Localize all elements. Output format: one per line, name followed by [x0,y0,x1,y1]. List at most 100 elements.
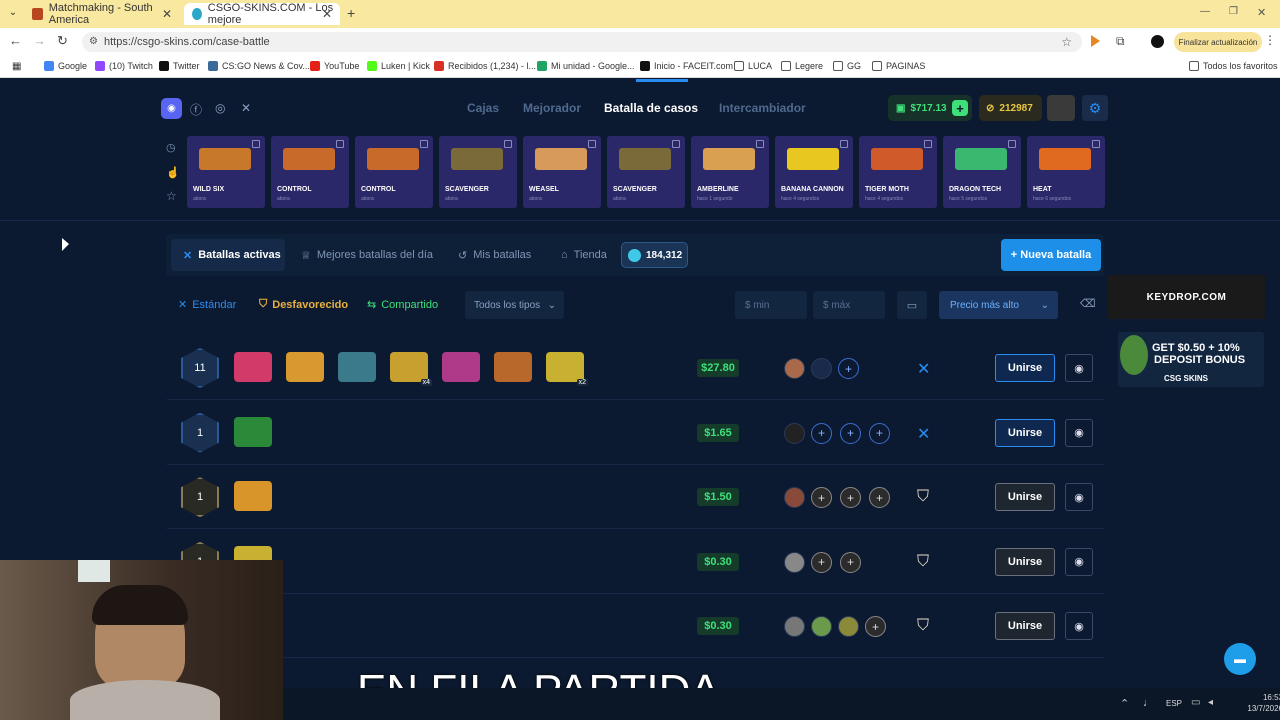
bookmark-all-favorites[interactable]: Todos los favoritos [1189,61,1278,71]
live-drop-card[interactable]: TIGER MOTH hace 4 segundos [859,136,937,208]
volume-icon[interactable]: ◂ [1208,697,1213,708]
forward-icon[interactable]: → [33,33,46,48]
bookmark-google[interactable]: Google [44,61,87,71]
close-tab-icon[interactable]: ✕ [322,7,332,21]
star-icon[interactable]: ☆ [166,189,177,203]
join-button[interactable]: Unirse [995,483,1055,512]
nav-intercambiador[interactable]: Intercambiador [719,101,806,115]
player-avatar[interactable] [784,358,805,379]
live-drop-card[interactable]: DRAGON TECH hace 5 segundos [943,136,1021,208]
settings-gear-icon[interactable]: ⚙ [1082,95,1108,121]
media-icon[interactable] [1091,35,1100,47]
bookmark-drive[interactable]: Mi unidad - Google... [537,61,635,71]
battle-row[interactable]: 1 $1.50 + + + ⛉ Unirse ◉ [167,465,1104,530]
new-tab-icon[interactable]: + [347,5,355,21]
nav-cajas[interactable]: Cajas [467,101,499,115]
reload-icon[interactable]: ↻ [57,33,68,49]
join-button[interactable]: Unirse [995,418,1055,447]
bookmark-csgo-news[interactable]: CS:GO News & Cov... [208,61,310,71]
url-field[interactable]: ⚙ https://csgo-skins.com/case-battle ☆ [82,32,1082,52]
thumbs-up-icon[interactable]: ☝ [166,166,180,179]
extensions-icon[interactable]: ⧉ [1116,34,1125,49]
min-price-input[interactable]: $ min [735,291,807,319]
close-tab-icon[interactable]: ✕ [162,7,172,21]
filter-underdog[interactable]: ⛉ Desfavorecido [259,298,348,311]
live-drop-card[interactable]: CONTROL abora [355,136,433,208]
battle-row[interactable]: 1 $1.65 + + + ✕ Unirse ◉ [167,401,1104,465]
browser-tab-csgoskins[interactable]: CSGO-SKINS.COM - Los mejore ✕ [184,2,340,26]
chat-icon[interactable]: ▬ [1224,643,1256,675]
join-slot-plus-icon[interactable]: + [838,358,859,379]
watch-button[interactable]: ◉ [1065,547,1093,576]
deposit-plus-icon[interactable]: + [952,100,968,116]
live-drop-card[interactable]: AMBERLINE hace 1 segundo [691,136,769,208]
facebook-icon[interactable]: ⓕ [190,101,202,118]
update-button[interactable]: Finalizar actualización [1174,32,1262,52]
live-drop-card[interactable]: CONTROL abora [271,136,349,208]
instagram-icon[interactable]: ◎ [215,101,225,115]
tab-store[interactable]: ⌂ Tienda [561,241,607,269]
live-drop-card[interactable]: WEASEL abora [523,136,601,208]
calendar-icon[interactable]: ▭ [897,291,927,319]
bookmark-folder-legere[interactable]: Legere [781,61,823,71]
eraser-icon[interactable]: ⌫ [1080,297,1096,310]
profile-avatar[interactable] [1151,35,1164,48]
watch-button[interactable]: ◉ [1065,354,1093,382]
filter-shared[interactable]: ⇆ Compartido [367,298,438,312]
bookmark-folder-paginas[interactable]: PAGINAS [872,61,925,71]
nav-batalla-de-casos[interactable]: Batalla de casos [604,101,698,115]
join-slot-plus-icon[interactable]: + [865,616,886,638]
language-indicator[interactable]: ESP [1166,699,1182,708]
keydrop-ad[interactable]: KEYDROP.COM [1108,275,1265,319]
live-drop-card[interactable]: SCAVENGER abora [439,136,517,208]
browser-tab-matchmaking[interactable]: Matchmaking - South America ✕ [24,2,180,26]
coins-pill[interactable]: ⊘ 212987 [979,95,1042,121]
type-select[interactable]: Todos los tipos ⌄ [465,291,564,319]
maximize-icon[interactable]: ❐ [1229,6,1238,17]
bookmark-gmail[interactable]: Recibidos (1,234) - l... [434,61,536,71]
join-slot-plus-icon[interactable]: + [840,422,861,444]
bookmark-twitch[interactable]: (10) Twitch [95,61,153,71]
join-slot-plus-icon[interactable]: + [840,487,861,509]
watch-button[interactable]: ◉ [1065,483,1093,512]
live-drop-card[interactable]: HEAT hace 6 segundos [1027,136,1105,208]
back-icon[interactable]: ← [9,33,22,48]
watch-button[interactable]: ◉ [1065,418,1093,447]
live-drop-card[interactable]: WILD SIX abora [187,136,265,208]
player-avatar[interactable] [784,616,805,638]
bookmark-faceit[interactable]: Inicio - FACEIT.com [640,61,733,71]
close-window-icon[interactable]: ✕ [1257,6,1266,19]
player-avatar[interactable] [784,551,805,573]
join-button[interactable]: Unirse [995,612,1055,641]
join-slot-plus-icon[interactable]: + [840,551,861,573]
player-avatar[interactable] [811,358,832,379]
site-info-icon[interactable]: ⚙ [89,32,98,52]
tab-search-icon[interactable]: ⌄ [6,7,20,21]
tab-active-battles[interactable]: ✕ Batallas activas [171,239,285,271]
tray-chevron-icon[interactable]: ⌃ [1120,697,1129,710]
discord-icon[interactable]: ◉ [161,98,182,119]
bookmark-twitter[interactable]: Twitter [159,61,200,71]
filter-standard[interactable]: ✕ Estándar [178,298,236,312]
battle-row[interactable]: 11 x4 x2 $27.80 + ✕ Unirse ◉ [167,336,1104,400]
player-avatar[interactable] [784,487,805,509]
bookmark-kick[interactable]: Luken | Kick [367,61,430,71]
join-slot-plus-icon[interactable]: + [811,422,832,444]
microphone-icon[interactable]: ♩ [1143,697,1154,709]
bookmark-folder-luca[interactable]: LUCA [734,61,772,71]
player-avatar[interactable] [838,616,859,638]
new-battle-button[interactable]: + Nueva batalla [1001,239,1101,271]
clock-icon[interactable]: ◷ [166,141,176,154]
bookmark-youtube[interactable]: YouTube [310,61,359,71]
apps-icon[interactable]: ▦ [12,61,21,72]
bookmark-star-icon[interactable]: ☆ [1061,32,1072,52]
battle-row[interactable]: 1$0.30++⛉Unirse◉ [167,530,1104,594]
watch-button[interactable]: ◉ [1065,612,1093,641]
live-drop-card[interactable]: BANANA CANNON hace 4 segundos [775,136,853,208]
sort-select[interactable]: Precio más alto ⌄ [939,291,1058,319]
user-avatar[interactable] [1047,95,1075,121]
join-slot-plus-icon[interactable]: + [811,551,832,573]
player-avatar[interactable] [811,616,832,638]
bonus-ad[interactable]: GET $0.50 + 10% DEPOSIT BONUS CSG SKINS [1118,332,1264,387]
max-price-input[interactable]: $ máx [813,291,885,319]
